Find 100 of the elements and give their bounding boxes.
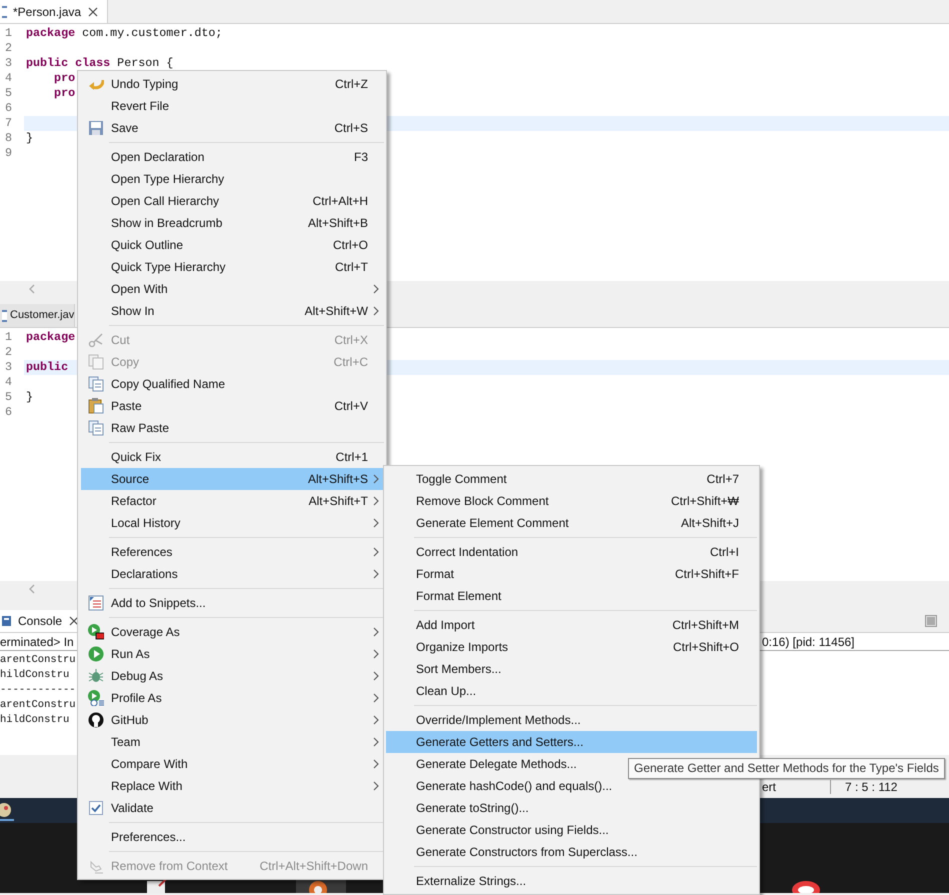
status-mode-text: ert bbox=[762, 780, 778, 794]
app-icon[interactable] bbox=[0, 800, 14, 820]
menu-item[interactable]: Raw Paste bbox=[81, 417, 384, 439]
menu-item[interactable]: Open Declaration F3 bbox=[81, 146, 384, 168]
code-keyword: public bbox=[26, 360, 68, 374]
line-number: 6 bbox=[4, 405, 14, 420]
menu-item[interactable]: Undo Typing Ctrl+Z bbox=[81, 73, 384, 95]
console-icon bbox=[2, 615, 12, 627]
menu-item[interactable]: Quick Fix Ctrl+1 bbox=[81, 446, 384, 468]
code-keyword: package bbox=[26, 330, 76, 344]
console-output-line: hildConstru bbox=[0, 713, 70, 728]
menu-item[interactable]: Show In Alt+Shift+W bbox=[81, 300, 384, 322]
circle-logo-icon bbox=[88, 712, 104, 728]
menu-item[interactable]: Open Call Hierarchy Ctrl+Alt+H bbox=[81, 190, 384, 212]
editor-tab[interactable]: *Person.java bbox=[0, 0, 108, 23]
snippet-icon bbox=[88, 595, 104, 611]
menu-item[interactable]: Save Ctrl+S bbox=[81, 117, 384, 139]
menu-item[interactable]: Remove Block Comment Ctrl+Shift+₩ bbox=[386, 490, 757, 512]
documents-icon bbox=[88, 354, 104, 370]
menu-item[interactable]: Override/Implement Methods... bbox=[386, 709, 757, 731]
line-number: 6 bbox=[4, 101, 14, 116]
menu-item[interactable]: Generate Constructor using Fields... bbox=[386, 819, 757, 841]
menu-item[interactable]: Open With bbox=[81, 278, 384, 300]
menu-item[interactable]: Generate toString()... bbox=[386, 797, 757, 819]
menu-item[interactable]: Debug As bbox=[81, 665, 384, 687]
menu-item[interactable]: Quick Type Hierarchy Ctrl+T bbox=[81, 256, 384, 278]
console-output-line: arentConstru bbox=[0, 698, 76, 713]
menu-item[interactable]: Profile As bbox=[81, 687, 384, 709]
line-number: 2 bbox=[4, 41, 14, 56]
editor-tab[interactable]: Customer.jav bbox=[0, 304, 76, 327]
line-number: 4 bbox=[4, 375, 14, 390]
console-output-line: hildConstru bbox=[0, 668, 70, 683]
menu-item[interactable]: Preferences... bbox=[81, 826, 384, 848]
hand-icon bbox=[88, 858, 104, 874]
menu-item[interactable]: Generate Getters and Setters... bbox=[386, 731, 757, 753]
menu-item[interactable]: Externalize Strings... bbox=[386, 870, 757, 892]
code-keyword: public class bbox=[26, 56, 110, 70]
line-number: 3 bbox=[4, 360, 14, 375]
coverage-icon bbox=[88, 624, 104, 640]
menu-item[interactable]: Generate Element Comment Alt+Shift+J bbox=[386, 512, 757, 534]
menu-item[interactable]: References bbox=[81, 541, 384, 563]
console-status-text: erminated> In bbox=[0, 634, 74, 648]
menu-item[interactable]: Format Element bbox=[386, 585, 757, 607]
code-keyword: package bbox=[26, 26, 76, 40]
notepad-icon[interactable] bbox=[145, 878, 169, 893]
line-number: 7 bbox=[4, 116, 14, 131]
code-keyword: pro bbox=[53, 86, 76, 100]
scissors-icon bbox=[88, 332, 104, 348]
menu-item[interactable]: Format Ctrl+Shift+F bbox=[386, 563, 757, 585]
code-text: com.my.customer.dto; bbox=[81, 26, 222, 40]
documents-icon bbox=[88, 376, 104, 392]
profile-icon bbox=[88, 690, 104, 706]
menu-item[interactable]: Paste Ctrl+V bbox=[81, 395, 384, 417]
menu-item[interactable]: Correct Indentation Ctrl+I bbox=[386, 541, 757, 563]
line-number: 5 bbox=[4, 390, 14, 405]
menu-item[interactable]: Generate Constructors from Superclass... bbox=[386, 841, 757, 863]
bug-icon bbox=[88, 668, 104, 684]
menu-item[interactable]: Compare With bbox=[81, 753, 384, 775]
line-number: 8 bbox=[4, 131, 14, 146]
menu-item[interactable]: Add Import Ctrl+Shift+M bbox=[386, 614, 757, 636]
app-icon[interactable] bbox=[791, 878, 821, 893]
menu-item[interactable]: Revert File bbox=[81, 95, 384, 117]
menu-item[interactable]: Source Alt+Shift+S bbox=[81, 468, 384, 490]
menu-item[interactable]: Open Type Hierarchy bbox=[81, 168, 384, 190]
menu-item[interactable]: Toggle Comment Ctrl+7 bbox=[386, 468, 757, 490]
clipboard-icon bbox=[88, 398, 104, 414]
menu-item[interactable]: Run As bbox=[81, 643, 384, 665]
code-text: } bbox=[26, 131, 34, 145]
menu-item[interactable]: Clean Up... bbox=[386, 680, 757, 702]
console-output-line: ------------ bbox=[0, 683, 76, 698]
cursor-position-text: 7 : 5 : 112 bbox=[830, 780, 898, 794]
menu-item[interactable]: Replace With bbox=[81, 775, 384, 797]
console-status-text: 0:16) [pid: 11456] bbox=[762, 634, 855, 650]
line-number: 3 bbox=[4, 56, 14, 71]
line-number: 4 bbox=[4, 71, 14, 86]
menu-item[interactable]: Copy Qualified Name bbox=[81, 373, 384, 395]
menu-item[interactable]: Validate bbox=[81, 797, 384, 819]
line-number: 5 bbox=[4, 86, 14, 101]
line-number: 2 bbox=[4, 345, 14, 360]
menu-item[interactable]: Declarations bbox=[81, 563, 384, 585]
menu-item[interactable]: Show in Breadcrumb Alt+Shift+B bbox=[81, 212, 384, 234]
menu-item[interactable]: GitHub bbox=[81, 709, 384, 731]
documents-icon bbox=[88, 420, 104, 436]
line-number: 1 bbox=[4, 330, 14, 345]
close-icon[interactable] bbox=[87, 6, 100, 18]
line-number: 9 bbox=[4, 146, 14, 161]
menu-item[interactable]: Local History bbox=[81, 512, 384, 534]
tooltip: Generate Getter and Setter Methods for the Type's Fields bbox=[628, 758, 945, 779]
menu-item[interactable]: Team bbox=[81, 731, 384, 753]
menu-item[interactable]: Quick Outline Ctrl+O bbox=[81, 234, 384, 256]
menu-item[interactable]: Refactor Alt+Shift+T bbox=[81, 490, 384, 512]
code-keyword: pro bbox=[53, 71, 76, 85]
menu-item[interactable]: Sort Members... bbox=[386, 658, 757, 680]
run-icon bbox=[88, 646, 104, 662]
save-icon bbox=[88, 120, 104, 136]
menu-item[interactable]: Organize Imports Ctrl+Shift+O bbox=[386, 636, 757, 658]
console-output-line: arentConstru bbox=[0, 653, 76, 668]
code-text: Person { bbox=[116, 56, 174, 70]
code-text: } bbox=[26, 390, 34, 404]
line-number: 1 bbox=[4, 26, 14, 41]
